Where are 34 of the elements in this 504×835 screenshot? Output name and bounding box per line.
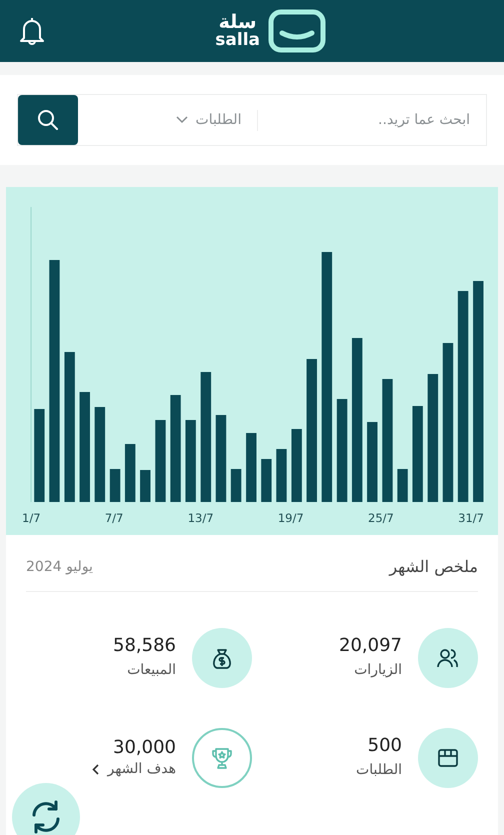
axis-label: 7/7 [104,510,124,527]
summary-title: ملخص الشهر [389,556,478,578]
chart-bar [261,459,272,502]
stat-value: 500 [366,735,402,758]
stat-value: 58,586 [113,635,176,658]
chart-bar [140,470,150,502]
axis-label: 13/7 [188,510,214,527]
stat-label: المبيعات [127,662,176,678]
chart-bar [246,433,256,502]
trophy-icon [209,745,235,772]
axis-label: 31/7 [458,510,484,527]
axis-label: 1/7 [22,510,41,527]
axis-label: 25/7 [368,510,394,527]
chart-bar [397,469,408,502]
search-field[interactable]: ابحث عما تريد.. [258,108,486,132]
summary-period: يوليو 2024 [26,558,93,577]
goal-link[interactable]: هدف الشهر [92,758,176,780]
stat-value: 30,000 [112,736,176,759]
axis-label: 19/7 [278,510,304,527]
stat-value: 20,097 [339,635,402,658]
search-button[interactable] [18,95,78,145]
chart-bar [230,469,242,502]
notification-bell-icon[interactable] [18,16,46,46]
chart-bar [110,469,120,502]
chevron-left-icon [92,764,100,775]
chart-bar [124,444,136,502]
chart-bar [276,449,287,502]
logo-icon [268,9,326,53]
logo-text: salla [215,32,260,49]
stat-label: الطلبات [356,762,402,778]
search-icon [36,109,59,131]
chevron-down-icon [176,116,188,124]
stat-label: الزيارات [354,662,402,678]
logo-text: سلة [218,13,257,32]
